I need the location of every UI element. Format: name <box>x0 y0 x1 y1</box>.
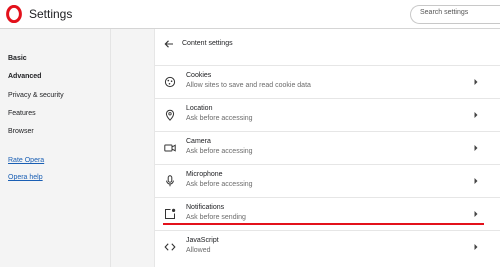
chevron-right-icon <box>474 79 478 85</box>
setting-row-microphone[interactable]: Microphone Ask before accessing <box>155 164 500 197</box>
microphone-icon <box>166 175 174 187</box>
highlight-underline <box>163 223 484 225</box>
setting-title: Microphone <box>186 171 223 178</box>
notification-icon <box>165 208 176 219</box>
chevron-right-icon <box>474 244 478 250</box>
page-title: Content settings <box>182 40 233 47</box>
chevron-right-icon <box>474 145 478 151</box>
cookie-icon <box>164 76 176 88</box>
content-settings-card: Content settings Cookies Allow sites to … <box>154 29 500 267</box>
opera-logo-icon <box>6 5 22 23</box>
search-input[interactable]: Search settings <box>410 5 500 24</box>
sidebar-item-basic[interactable]: Basic <box>8 55 27 62</box>
top-bar: Settings Search settings <box>0 0 500 29</box>
setting-subtitle: Ask before accessing <box>186 115 253 122</box>
setting-row-notifications[interactable]: Notifications Ask before sending <box>155 197 500 230</box>
setting-title: Location <box>186 105 213 112</box>
sidebar-item-browser[interactable]: Browser <box>8 128 34 135</box>
card-header: Content settings <box>155 29 500 64</box>
sidebar-item-features[interactable]: Features <box>8 110 36 117</box>
code-icon <box>164 243 176 251</box>
setting-subtitle: Ask before sending <box>186 214 246 221</box>
back-arrow-icon[interactable] <box>164 39 174 49</box>
main-content: Content settings Cookies Allow sites to … <box>111 29 500 267</box>
sidebar: Basic Advanced Privacy & security Featur… <box>0 29 111 267</box>
chevron-right-icon <box>474 211 478 217</box>
camera-icon <box>164 144 176 152</box>
setting-subtitle: Ask before accessing <box>186 148 253 155</box>
setting-row-cookies[interactable]: Cookies Allow sites to save and read coo… <box>155 65 500 98</box>
setting-subtitle: Ask before accessing <box>186 181 253 188</box>
setting-subtitle: Allowed <box>186 247 211 254</box>
app-title: Settings <box>29 7 73 21</box>
chevron-right-icon <box>474 112 478 118</box>
search-placeholder: Search settings <box>420 9 469 16</box>
setting-title: Cookies <box>186 72 212 79</box>
location-pin-icon <box>165 109 175 121</box>
sidebar-item-privacy-security[interactable]: Privacy & security <box>8 92 64 99</box>
setting-title: Notifications <box>186 204 225 211</box>
sidebar-item-advanced[interactable]: Advanced <box>8 73 41 80</box>
setting-subtitle: Allow sites to save and read cookie data <box>186 82 311 89</box>
setting-row-camera[interactable]: Camera Ask before accessing <box>155 131 500 164</box>
opera-help-link[interactable]: Opera help <box>8 174 43 181</box>
setting-title: Camera <box>186 138 211 145</box>
chevron-right-icon <box>474 178 478 184</box>
setting-row-javascript[interactable]: JavaScript Allowed <box>155 230 500 263</box>
setting-title: JavaScript <box>186 237 219 244</box>
setting-row-location[interactable]: Location Ask before accessing <box>155 98 500 131</box>
rate-opera-link[interactable]: Rate Opera <box>8 157 44 164</box>
